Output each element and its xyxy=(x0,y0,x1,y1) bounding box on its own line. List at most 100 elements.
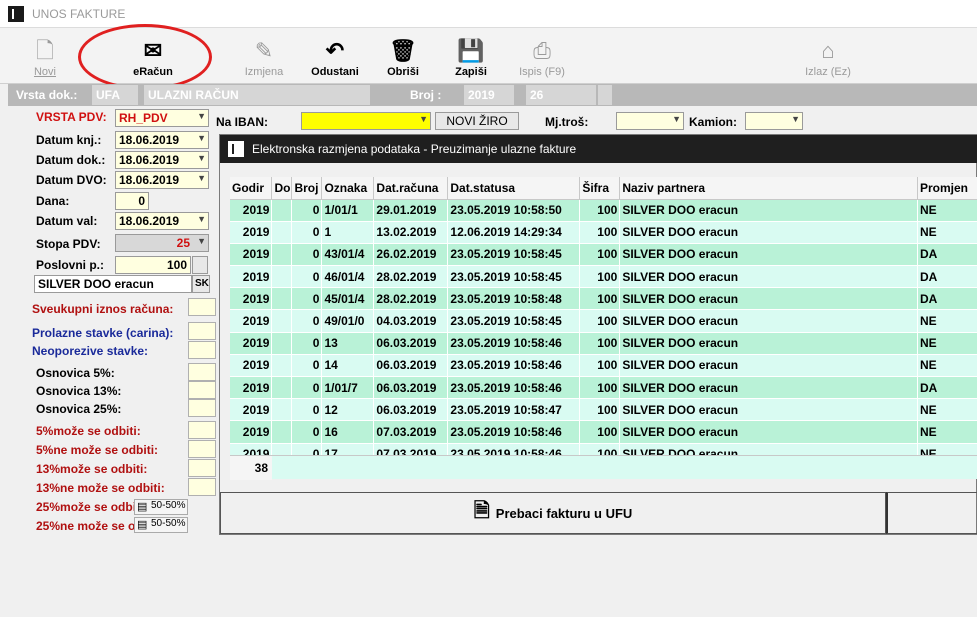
table-cell xyxy=(271,354,293,378)
osnovica5-field[interactable] xyxy=(188,363,216,381)
nemoze13-field[interactable] xyxy=(188,478,216,496)
neoporezive-field[interactable] xyxy=(188,341,216,359)
column-header[interactable]: Šifra xyxy=(579,177,621,200)
dialog-titlebar: Elektronska razmjena podataka - Preuzima… xyxy=(220,135,977,163)
table-row[interactable]: 2019 0 16 07.03.2019 23.05.2019 10:58:46 100 S… xyxy=(230,420,977,444)
table-cell: SILVER DOO eracun xyxy=(619,354,918,378)
datum-val-label: Datum val: xyxy=(36,214,98,228)
table-cell: 100 xyxy=(579,420,621,444)
table-cell: 13.02.2019 xyxy=(373,221,449,244)
poslovni-lookup-button[interactable] xyxy=(192,256,208,274)
moze13-field[interactable] xyxy=(188,459,216,477)
table-cell: 0 xyxy=(291,309,323,333)
column-header[interactable]: Oznaka xyxy=(321,177,375,200)
dialog-logo-icon xyxy=(228,141,244,157)
datum-val-field[interactable]: 18.06.2019 ▼ xyxy=(115,212,209,230)
broj-year-field[interactable]: 2019 xyxy=(464,85,514,105)
secondary-dialog-button[interactable] xyxy=(886,492,977,534)
table-cell: 0 xyxy=(291,354,323,378)
stopa-pdv-select[interactable]: 25 ▼ xyxy=(115,234,209,252)
table-row[interactable]: 2019 0 43/01/4 26.02.2019 23.05.2019 10:58:4… xyxy=(230,243,977,267)
table-cell: 23.05.2019 10:58:45 xyxy=(447,243,581,267)
poslovni-label: Poslovni p.: xyxy=(36,258,105,272)
table-cell: 28.02.2019 xyxy=(373,287,449,311)
kamion-select[interactable]: ▼ xyxy=(745,112,803,130)
novi-button[interactable]: 🗋 Novi xyxy=(20,28,70,84)
column-header[interactable]: Broj xyxy=(291,177,323,200)
datum-dvo-field[interactable]: 18.06.2019 ▼ xyxy=(115,171,209,189)
table-row[interactable]: 2019 0 49/01/0 04.03.2019 23.05.2019 10:58:4… xyxy=(230,309,977,333)
vrsta-pdv-select[interactable]: RH_PDV ▼ xyxy=(115,109,209,127)
column-header[interactable]: Dat.statusa xyxy=(447,177,581,200)
prolazne-field[interactable] xyxy=(188,322,216,340)
invoice-grid[interactable]: Godir Do Broj Oznaka Dat.računa Dat.statusa Ši… xyxy=(230,177,977,617)
table-cell: 2019 xyxy=(230,265,273,289)
partner-field[interactable]: SILVER DOO eracun xyxy=(34,275,192,293)
table-cell: DA xyxy=(917,376,977,400)
table-cell: 100 xyxy=(579,243,621,267)
table-cell: 1 xyxy=(321,221,375,244)
table-cell: 12 xyxy=(321,398,375,422)
novi-ziro-button[interactable]: NOVI ŽIRO xyxy=(435,112,519,130)
column-header[interactable]: Dat.računa xyxy=(373,177,449,200)
moze5-field[interactable] xyxy=(188,421,216,439)
left-margin xyxy=(8,106,28,535)
pct-button-2[interactable]: 50-50% xyxy=(134,517,188,533)
datum-knj-field[interactable]: 18.06.2019 ▼ xyxy=(115,131,209,149)
broj-lookup-button[interactable] xyxy=(598,85,612,105)
table-cell: 2019 xyxy=(230,376,273,400)
osnovica13-field[interactable] xyxy=(188,381,216,399)
iban-select[interactable]: ▼ xyxy=(301,112,431,130)
table-row[interactable]: 2019 0 12 06.03.2019 23.05.2019 10:58:47 100 S… xyxy=(230,398,977,422)
izmjena-label: Izmjena xyxy=(244,66,284,78)
ispis-button[interactable]: ⎙ Ispis (F9) xyxy=(510,28,574,84)
table-cell: DA xyxy=(917,287,977,311)
save-disk-icon: 💾 xyxy=(457,38,485,63)
table-cell: 12.06.2019 14:29:34 xyxy=(447,221,581,244)
table-cell: SILVER DOO eracun xyxy=(619,265,918,289)
edi-dialog: Elektronska razmjena podataka - Preuzima… xyxy=(219,134,977,535)
table-cell: SILVER DOO eracun xyxy=(619,221,918,244)
dana-field[interactable]: 0 xyxy=(115,192,149,210)
prebaci-fakturu-button[interactable]: 🗎 Prebaci fakturu u UFU xyxy=(220,492,886,534)
table-cell: SILVER DOO eracun xyxy=(619,199,918,222)
table-cell: 100 xyxy=(579,309,621,333)
izmjena-button[interactable]: ✎ Izmjena xyxy=(236,28,292,84)
zapisi-button[interactable]: 💾 Zapiši xyxy=(446,28,496,84)
column-header[interactable]: Godir xyxy=(230,177,273,200)
obrisi-button[interactable]: 🗑 Obriši xyxy=(378,28,428,84)
datum-dvo-label: Datum DVO: xyxy=(36,173,107,187)
izlaz-button[interactable]: ⌂ Izlaz (Ez) xyxy=(796,28,860,84)
table-row[interactable]: 2019 0 45/01/4 28.02.2019 23.05.2019 10:58:4… xyxy=(230,287,977,311)
table-row[interactable]: 2019 0 46/01/4 28.02.2019 23.05.2019 10:58:4… xyxy=(230,265,977,289)
mjtros-select[interactable]: ▼ xyxy=(616,112,684,130)
broj-number-field[interactable]: 26 xyxy=(526,85,596,105)
column-header[interactable]: Naziv partnera xyxy=(619,177,918,200)
app-logo-icon xyxy=(8,6,24,22)
sveukupni-label: Sveukupni iznos računa: xyxy=(32,302,174,316)
sveukupni-field[interactable] xyxy=(188,298,216,316)
table-cell xyxy=(271,376,293,400)
chevron-down-icon: ▼ xyxy=(672,114,681,124)
table-cell: 28.02.2019 xyxy=(373,265,449,289)
column-header[interactable]: Do xyxy=(271,177,293,200)
table-row[interactable]: 2019 0 1 13.02.2019 12.06.2019 14:29:34 100 SI… xyxy=(230,221,977,244)
poslovni-field[interactable]: 100 xyxy=(115,256,191,274)
sk-button[interactable]: SK xyxy=(192,275,210,293)
vrsta-dok-field[interactable]: UFA xyxy=(92,85,138,105)
eracun-button[interactable]: ✉ eRačun xyxy=(118,28,188,84)
osnovica25-field[interactable] xyxy=(188,399,216,417)
table-row[interactable]: 2019 0 1/01/1 29.01.2019 23.05.2019 10:58:50… xyxy=(230,199,977,222)
column-header[interactable]: Promjen xyxy=(917,177,977,200)
nemoze5-field[interactable] xyxy=(188,440,216,458)
table-row[interactable]: 2019 0 1/01/7 06.03.2019 23.05.2019 10:58:46… xyxy=(230,376,977,400)
pct-button-1[interactable]: 50-50% xyxy=(134,499,188,515)
datum-dok-field[interactable]: 18.06.2019 ▼ xyxy=(115,151,209,169)
dana-label: Dana: xyxy=(36,194,70,208)
table-cell: 06.03.2019 xyxy=(373,332,449,355)
table-cell: 23.05.2019 10:58:46 xyxy=(447,332,581,355)
window-title: UNOS FAKTURE xyxy=(32,7,126,21)
table-row[interactable]: 2019 0 13 06.03.2019 23.05.2019 10:58:46 100 S… xyxy=(230,332,977,355)
table-row[interactable]: 2019 0 14 06.03.2019 23.05.2019 10:58:46 100 S… xyxy=(230,354,977,378)
odustani-button[interactable]: ↶ Odustani xyxy=(304,28,366,84)
